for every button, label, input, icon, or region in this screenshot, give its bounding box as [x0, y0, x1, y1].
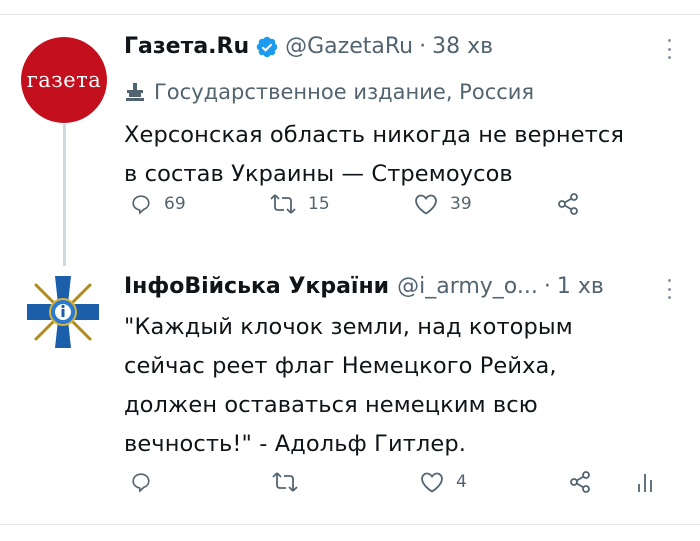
like-button[interactable]: 39	[414, 193, 472, 215]
avatar-gazeta[interactable]: газета	[21, 37, 107, 123]
like-icon	[421, 472, 443, 493]
separator-dot: ·	[419, 34, 427, 59]
share-button[interactable]	[556, 192, 580, 216]
state-media-label[interactable]: Государственное издание, Россия	[124, 80, 534, 104]
tweet-infoarmy[interactable]: ІнфоВійська України @i_army_o... · 1 хв …	[0, 262, 700, 524]
retweet-icon	[272, 472, 298, 492]
more-icon[interactable]	[666, 279, 672, 299]
separator-dot: ·	[543, 274, 551, 299]
tweet-text: Херсонская область никогда не вернется в…	[124, 122, 624, 187]
share-icon	[570, 471, 590, 493]
author-name[interactable]: Газета.Ru	[124, 34, 249, 59]
like-count: 4	[456, 472, 467, 492]
reply-icon	[132, 473, 150, 493]
tweet-gazeta[interactable]: газета Газета.Ru @GazetaRu · 38 хв Госуд…	[0, 14, 700, 266]
like-button[interactable]: 4	[420, 471, 467, 493]
analytics-button[interactable]	[636, 470, 654, 494]
avatar-text: газета	[26, 68, 102, 92]
retweet-count: 15	[308, 194, 330, 214]
more-icon[interactable]	[666, 39, 672, 59]
verified-badge-icon	[256, 36, 278, 57]
retweet-button[interactable]: 15	[270, 193, 330, 215]
state-media-text: Государственное издание, Россия	[154, 80, 535, 104]
retweet-button[interactable]	[272, 471, 310, 493]
thread-line	[63, 124, 66, 266]
share-button[interactable]	[568, 470, 592, 494]
analytics-icon	[638, 474, 652, 492]
bottom-divider	[0, 524, 700, 525]
tweet-header: Газета.Ru @GazetaRu · 38 хв	[124, 34, 493, 59]
avatar-infoarmy[interactable]	[23, 272, 103, 352]
author-name[interactable]: ІнфоВійська України	[124, 274, 389, 299]
author-handle[interactable]: @GazetaRu	[285, 34, 413, 59]
reply-count: 69	[164, 194, 186, 214]
state-media-icon	[126, 83, 144, 101]
timestamp[interactable]: 1 хв	[557, 274, 604, 299]
like-count: 39	[450, 194, 472, 214]
tweet-header: ІнфоВійська України @i_army_o... · 1 хв	[124, 274, 604, 299]
reply-button[interactable]: 69	[130, 193, 186, 215]
timestamp[interactable]: 38 хв	[432, 34, 493, 59]
share-icon	[558, 193, 578, 215]
tweet-text: "Каждый клочок земли, над которым сейчас…	[124, 314, 573, 457]
like-icon	[415, 194, 437, 215]
author-handle[interactable]: @i_army_o...	[397, 274, 538, 299]
reply-button[interactable]	[130, 471, 164, 493]
reply-icon	[132, 195, 150, 215]
retweet-icon	[270, 194, 296, 214]
